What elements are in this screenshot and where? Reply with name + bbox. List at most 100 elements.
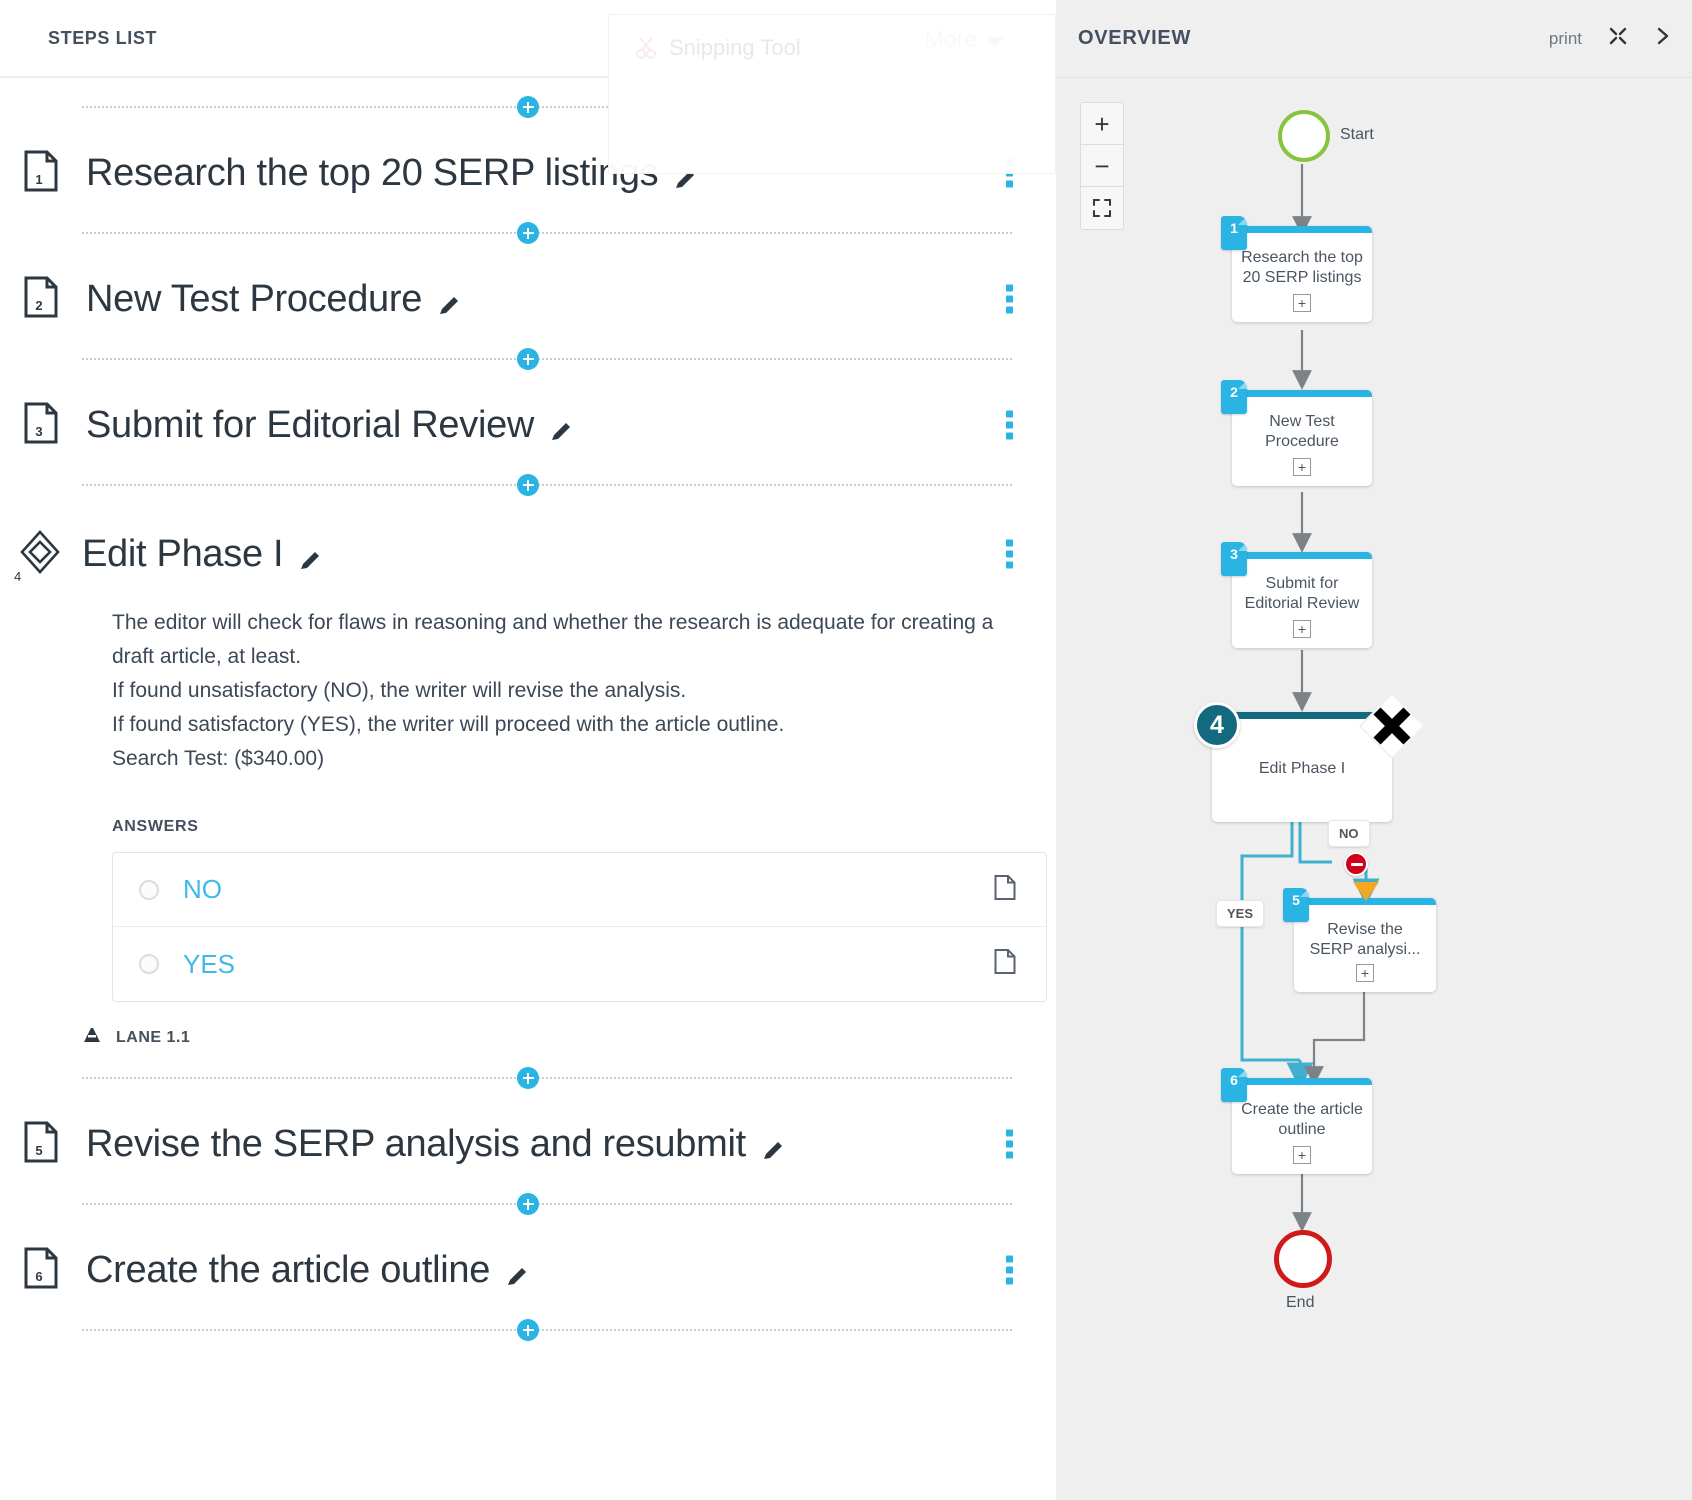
flow-node-5[interactable]: 5 Revise the SERP analysi... +: [1283, 888, 1436, 992]
step-options-menu[interactable]: [1006, 1126, 1014, 1163]
answer-label: NO: [183, 874, 222, 905]
step-title-text: Edit Phase I: [82, 532, 284, 575]
node-number: 3: [1230, 546, 1238, 562]
gateway-number-badge: 4: [1194, 702, 1240, 748]
edit-pencil-icon[interactable]: [760, 1131, 786, 1160]
separator-line: [82, 484, 1012, 486]
edit-pencil-icon[interactable]: [436, 286, 462, 314]
add-step-button[interactable]: [517, 1067, 539, 1090]
add-step-button[interactable]: [517, 96, 539, 118]
fit-to-screen-button[interactable]: [1081, 187, 1123, 229]
flow-node-3[interactable]: 3 Submit for Editorial Review +: [1221, 542, 1372, 648]
description-line: Search Test: ($340.00): [112, 747, 325, 771]
node-number: 6: [1230, 1072, 1238, 1088]
zoom-out-button[interactable]: −: [1081, 145, 1123, 187]
step-options-menu[interactable]: [1006, 536, 1014, 573]
description-line: If found unsatisfactory (NO), the writer…: [112, 679, 687, 703]
node-expand-icon[interactable]: +: [1356, 964, 1374, 982]
separator-line: [82, 232, 1012, 234]
lane-icon: [82, 1026, 102, 1049]
description-line: draft article, at least.: [112, 645, 302, 669]
node-expand-icon[interactable]: +: [1293, 458, 1311, 476]
edit-pencil-icon[interactable]: [297, 541, 323, 569]
step-row[interactable]: 3 Submit for Editorial Review: [0, 374, 1056, 470]
insert-step-separator[interactable]: [0, 1189, 1056, 1219]
lane-label: LANE 1.1: [116, 1028, 191, 1046]
step-title: Submit for Editorial Review: [86, 404, 574, 447]
step-number: 5: [35, 1143, 43, 1159]
zoom-in-button[interactable]: +: [1081, 103, 1123, 145]
gateway-icon: 4: [14, 528, 64, 584]
separator-line: [82, 1077, 1012, 1080]
step-row[interactable]: 2 New Test Procedure: [0, 248, 1056, 344]
insert-step-separator[interactable]: [0, 344, 1056, 374]
step-title-text: Research the top 20 SERP listings: [86, 151, 659, 194]
answer-document-icon[interactable]: [994, 949, 1016, 980]
document-icon: 5: [24, 1121, 64, 1167]
answer-radio[interactable]: [139, 879, 159, 900]
document-icon: 2: [24, 276, 64, 322]
flowchart-canvas[interactable]: Start 1 Research the top 20 SERP listing…: [1056, 0, 1692, 1500]
page-title: STEPS LIST: [48, 27, 158, 48]
answer-radio[interactable]: [139, 954, 159, 975]
edit-pencil-icon[interactable]: [548, 412, 574, 440]
add-step-button[interactable]: [517, 1193, 539, 1216]
step-title-text: Revise the SERP analysis and resubmit: [86, 1122, 746, 1165]
flow-node-1[interactable]: 1 Research the top 20 SERP listings +: [1221, 216, 1372, 322]
document-icon: 3: [24, 402, 64, 448]
node-expand-icon[interactable]: +: [1293, 620, 1311, 638]
description-line: If found satisfactory (YES), the writer …: [112, 713, 785, 737]
step-row-expanded[interactable]: 4 Edit Phase I The editor will check for…: [0, 500, 1056, 1071]
end-event-node[interactable]: [1274, 1230, 1332, 1288]
node-accent-bar: [1232, 390, 1372, 397]
step-title: Revise the SERP analysis and resubmit: [86, 1123, 786, 1166]
start-event-label: Start: [1340, 126, 1374, 143]
insert-step-separator[interactable]: [0, 218, 1056, 248]
flow-node-2[interactable]: 2 New Test Procedure +: [1221, 380, 1372, 486]
step-row[interactable]: 5 Revise the SERP analysis and resubmit: [0, 1093, 1056, 1189]
node-label: Research the top 20 SERP listings: [1241, 249, 1363, 286]
node-label: Revise the SERP analysi...: [1309, 921, 1421, 958]
step-number: 3: [35, 424, 43, 439]
step-title-text: Create the article outline: [86, 1248, 491, 1291]
step-options-menu[interactable]: [1006, 407, 1014, 444]
stop-marker-icon: [1344, 852, 1368, 876]
node-number: 5: [1292, 892, 1300, 908]
node-label: Create the article outline: [1241, 1101, 1363, 1138]
description-line: The editor will check for flaws in reaso…: [112, 611, 994, 634]
insert-step-separator[interactable]: [0, 470, 1056, 500]
step-row[interactable]: 6 Create the article outline: [0, 1219, 1056, 1315]
answer-row[interactable]: YES: [113, 927, 1046, 1001]
end-event-label: End: [1286, 1294, 1315, 1311]
answer-document-icon[interactable]: [994, 874, 1016, 905]
add-step-button[interactable]: [517, 474, 539, 496]
start-event-node[interactable]: [1278, 110, 1330, 162]
zoom-controls[interactable]: + −: [1080, 102, 1124, 230]
node-expand-icon[interactable]: +: [1293, 294, 1311, 312]
document-icon: 1: [24, 150, 64, 196]
node-accent-bar: [1232, 1078, 1372, 1085]
snipping-tool-label: Snipping Tool: [669, 35, 801, 60]
flow-node-6[interactable]: 6 Create the article outline +: [1221, 1068, 1372, 1174]
insert-step-separator[interactable]: [0, 1315, 1056, 1345]
document-icon: 6: [24, 1247, 64, 1293]
answers-list: NO YES: [112, 852, 1047, 1003]
node-expand-icon[interactable]: +: [1293, 1146, 1311, 1164]
add-step-button[interactable]: [517, 348, 539, 370]
step-number: 6: [35, 1269, 43, 1285]
insert-step-separator[interactable]: [0, 1063, 1056, 1093]
step-title-text: Submit for Editorial Review: [86, 403, 535, 446]
edit-pencil-icon[interactable]: [504, 1257, 530, 1286]
answer-row[interactable]: NO: [113, 853, 1046, 928]
edge-label-no: NO: [1328, 820, 1370, 847]
step-options-menu[interactable]: [1006, 1252, 1014, 1289]
warning-triangle-icon: [1353, 882, 1379, 901]
node-number: 2: [1230, 384, 1238, 400]
snipping-tool-ghost-window: Snipping Tool: [608, 14, 1056, 174]
add-step-button[interactable]: [517, 1319, 539, 1342]
step-options-menu[interactable]: [1006, 281, 1014, 318]
lane-indicator: LANE 1.1: [82, 1026, 1056, 1049]
add-step-button[interactable]: [517, 222, 539, 244]
snipping-tool-title: Snipping Tool: [635, 35, 801, 61]
step-number: 4: [14, 569, 22, 584]
